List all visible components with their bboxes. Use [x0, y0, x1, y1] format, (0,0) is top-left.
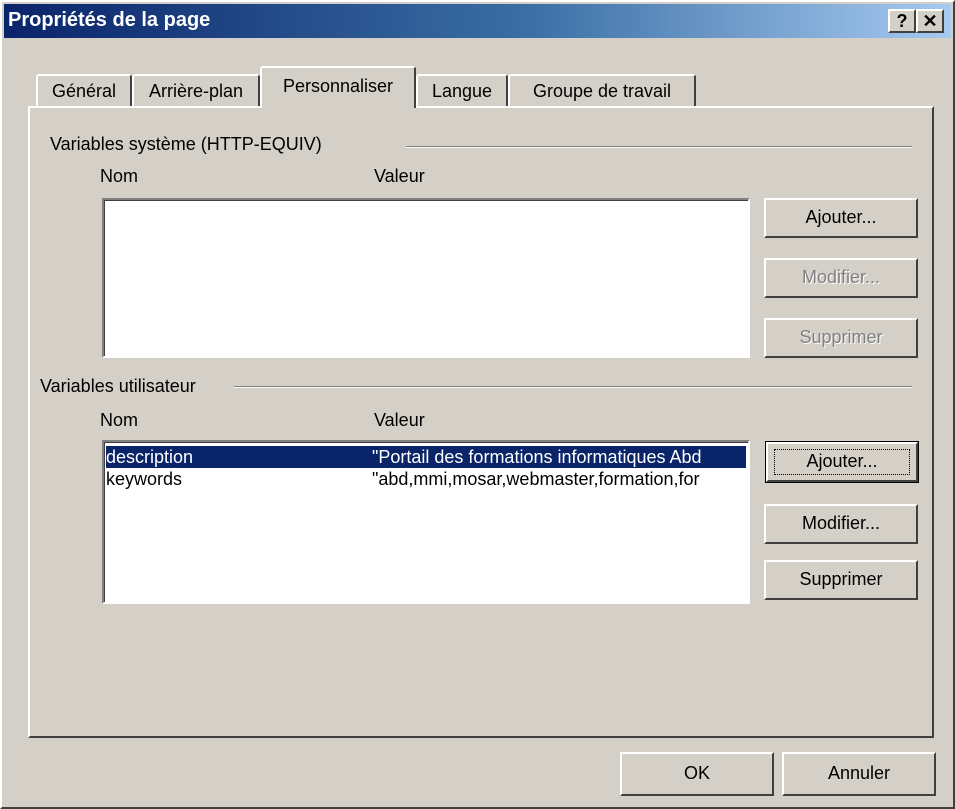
var-name: keywords [106, 469, 183, 489]
tab-label: Groupe de travail [532, 81, 672, 101]
system-vars-group-label: Variables système (HTTP-EQUIV) [50, 134, 328, 155]
tab-label: Arrière-plan [148, 81, 244, 101]
close-button[interactable]: ✕ [916, 9, 944, 33]
var-value: "Portail des formations informatiques Ab… [372, 447, 702, 467]
var-name: description [106, 447, 194, 467]
tab-background[interactable]: Arrière-plan [132, 74, 260, 108]
user-vars-add-button[interactable]: Ajouter... [765, 441, 919, 483]
tab-label: Général [51, 81, 117, 101]
var-value: "abd,mmi,mosar,webmaster,formation,for [372, 469, 700, 489]
tab-language[interactable]: Langue [416, 74, 508, 108]
button-label: Supprimer [799, 569, 883, 589]
system-vars-delete-button[interactable]: Supprimer [764, 318, 918, 358]
button-label: Modifier... [801, 513, 881, 533]
dialog-window: Propriétés de la page ? ✕ Général Arrièr… [0, 0, 955, 809]
user-vars-col-name: Nom [100, 410, 139, 430]
group-divider [234, 386, 912, 388]
user-vars-list[interactable]: description "Portail des formations info… [102, 440, 750, 604]
user-vars-delete-button[interactable]: Supprimer [764, 560, 918, 600]
button-label: Ajouter... [805, 207, 877, 227]
cancel-button[interactable]: Annuler [782, 752, 936, 796]
help-icon: ? [896, 11, 908, 31]
close-icon: ✕ [922, 11, 938, 31]
tab-workgroup[interactable]: Groupe de travail [508, 74, 696, 108]
system-vars-col-name: Nom [100, 166, 139, 186]
tab-panel-customize: Variables système (HTTP-EQUIV) Nom Valeu… [28, 106, 934, 738]
title-bar[interactable]: Propriétés de la page ? ✕ [4, 4, 951, 38]
ok-button[interactable]: OK [620, 752, 774, 796]
system-vars-list[interactable] [102, 198, 750, 358]
user-vars-group-label: Variables utilisateur [40, 376, 202, 397]
system-vars-add-button[interactable]: Ajouter... [764, 198, 918, 238]
tab-general[interactable]: Général [36, 74, 132, 108]
tab-customize[interactable]: Personnaliser [260, 66, 416, 108]
system-vars-col-value: Valeur [374, 166, 425, 186]
tab-label: Langue [431, 81, 493, 101]
button-label: Modifier... [801, 267, 881, 287]
list-item[interactable]: keywords "abd,mmi,mosar,webmaster,format… [106, 468, 746, 490]
tab-label: Personnaliser [282, 76, 394, 96]
button-label: Supprimer [799, 327, 883, 347]
list-item[interactable]: description "Portail des formations info… [106, 446, 746, 468]
help-button[interactable]: ? [888, 9, 916, 33]
window-title: Propriétés de la page [8, 9, 211, 31]
group-divider [406, 146, 912, 148]
button-label: Annuler [827, 763, 891, 783]
button-label: Ajouter... [806, 451, 878, 471]
system-vars-modify-button[interactable]: Modifier... [764, 258, 918, 298]
user-vars-modify-button[interactable]: Modifier... [764, 504, 918, 544]
button-label: OK [683, 763, 710, 783]
user-vars-col-value: Valeur [374, 410, 425, 430]
